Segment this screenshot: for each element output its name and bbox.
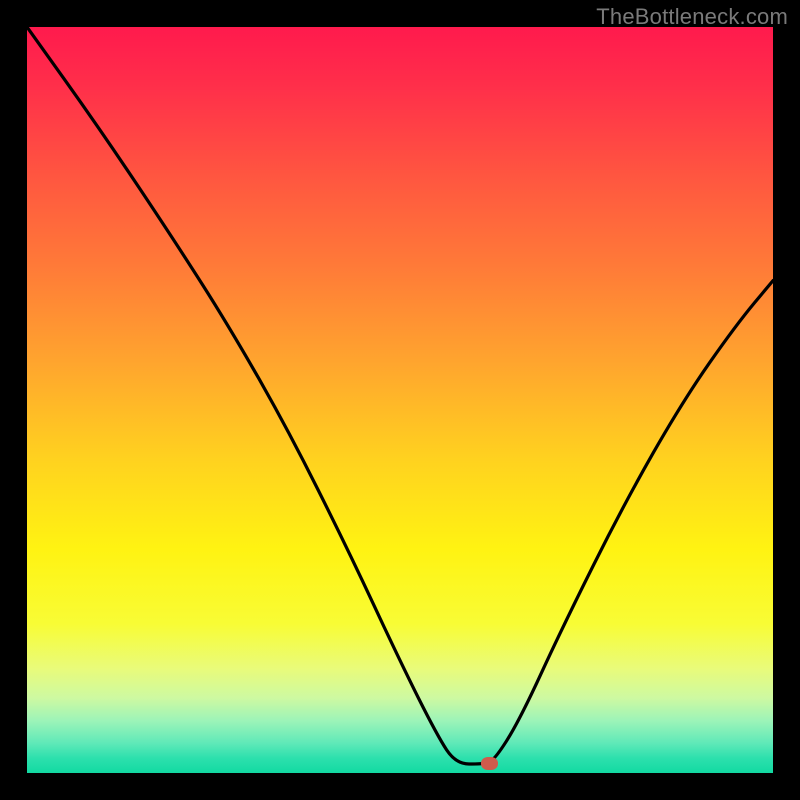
bottleneck-curve — [27, 27, 773, 773]
optimal-point-marker — [481, 757, 498, 770]
watermark-text: TheBottleneck.com — [596, 4, 788, 30]
curve-path — [27, 27, 773, 764]
chart-frame: TheBottleneck.com — [0, 0, 800, 800]
plot-area — [27, 27, 773, 773]
